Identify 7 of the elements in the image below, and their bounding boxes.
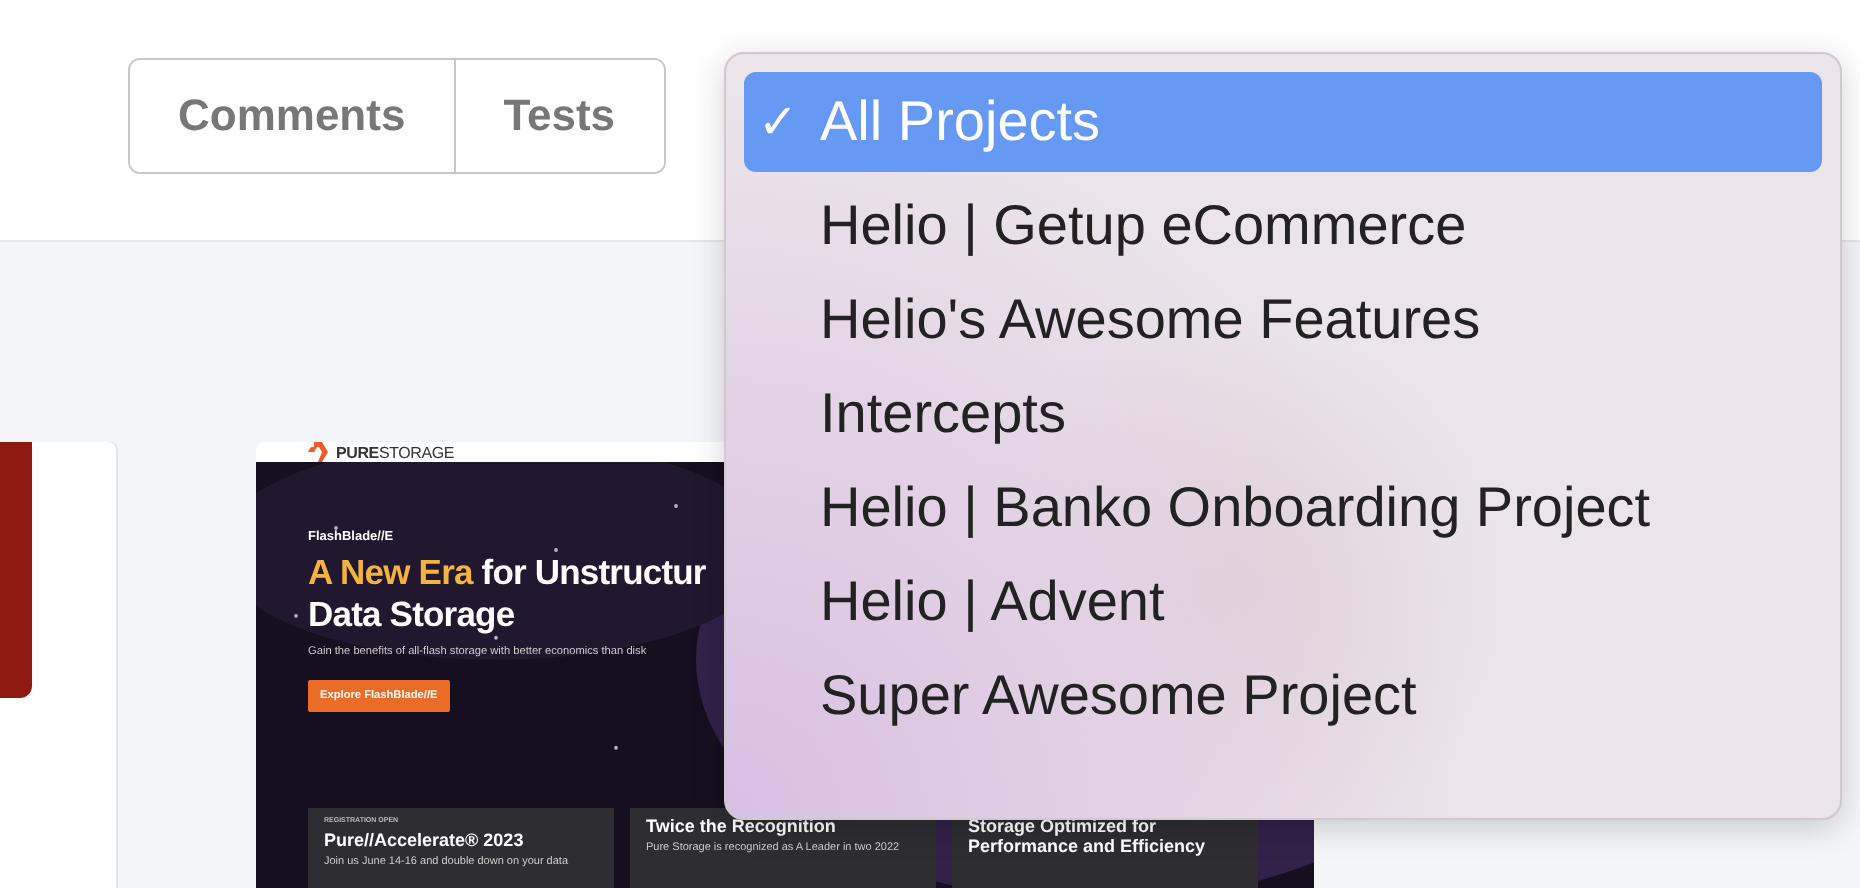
logo-text: PURESTORAGE xyxy=(336,443,455,461)
check-icon: ✓ xyxy=(758,93,798,151)
headline: Data Storage xyxy=(308,594,515,636)
headline: A New Era for Unstructur xyxy=(308,552,706,594)
card-title: Storage Optimized for Performance and Efficiency xyxy=(968,816,1208,856)
card-title: Twice the Recognition xyxy=(646,816,838,836)
card-title: Pure//Accelerate® 2023 xyxy=(324,830,526,850)
